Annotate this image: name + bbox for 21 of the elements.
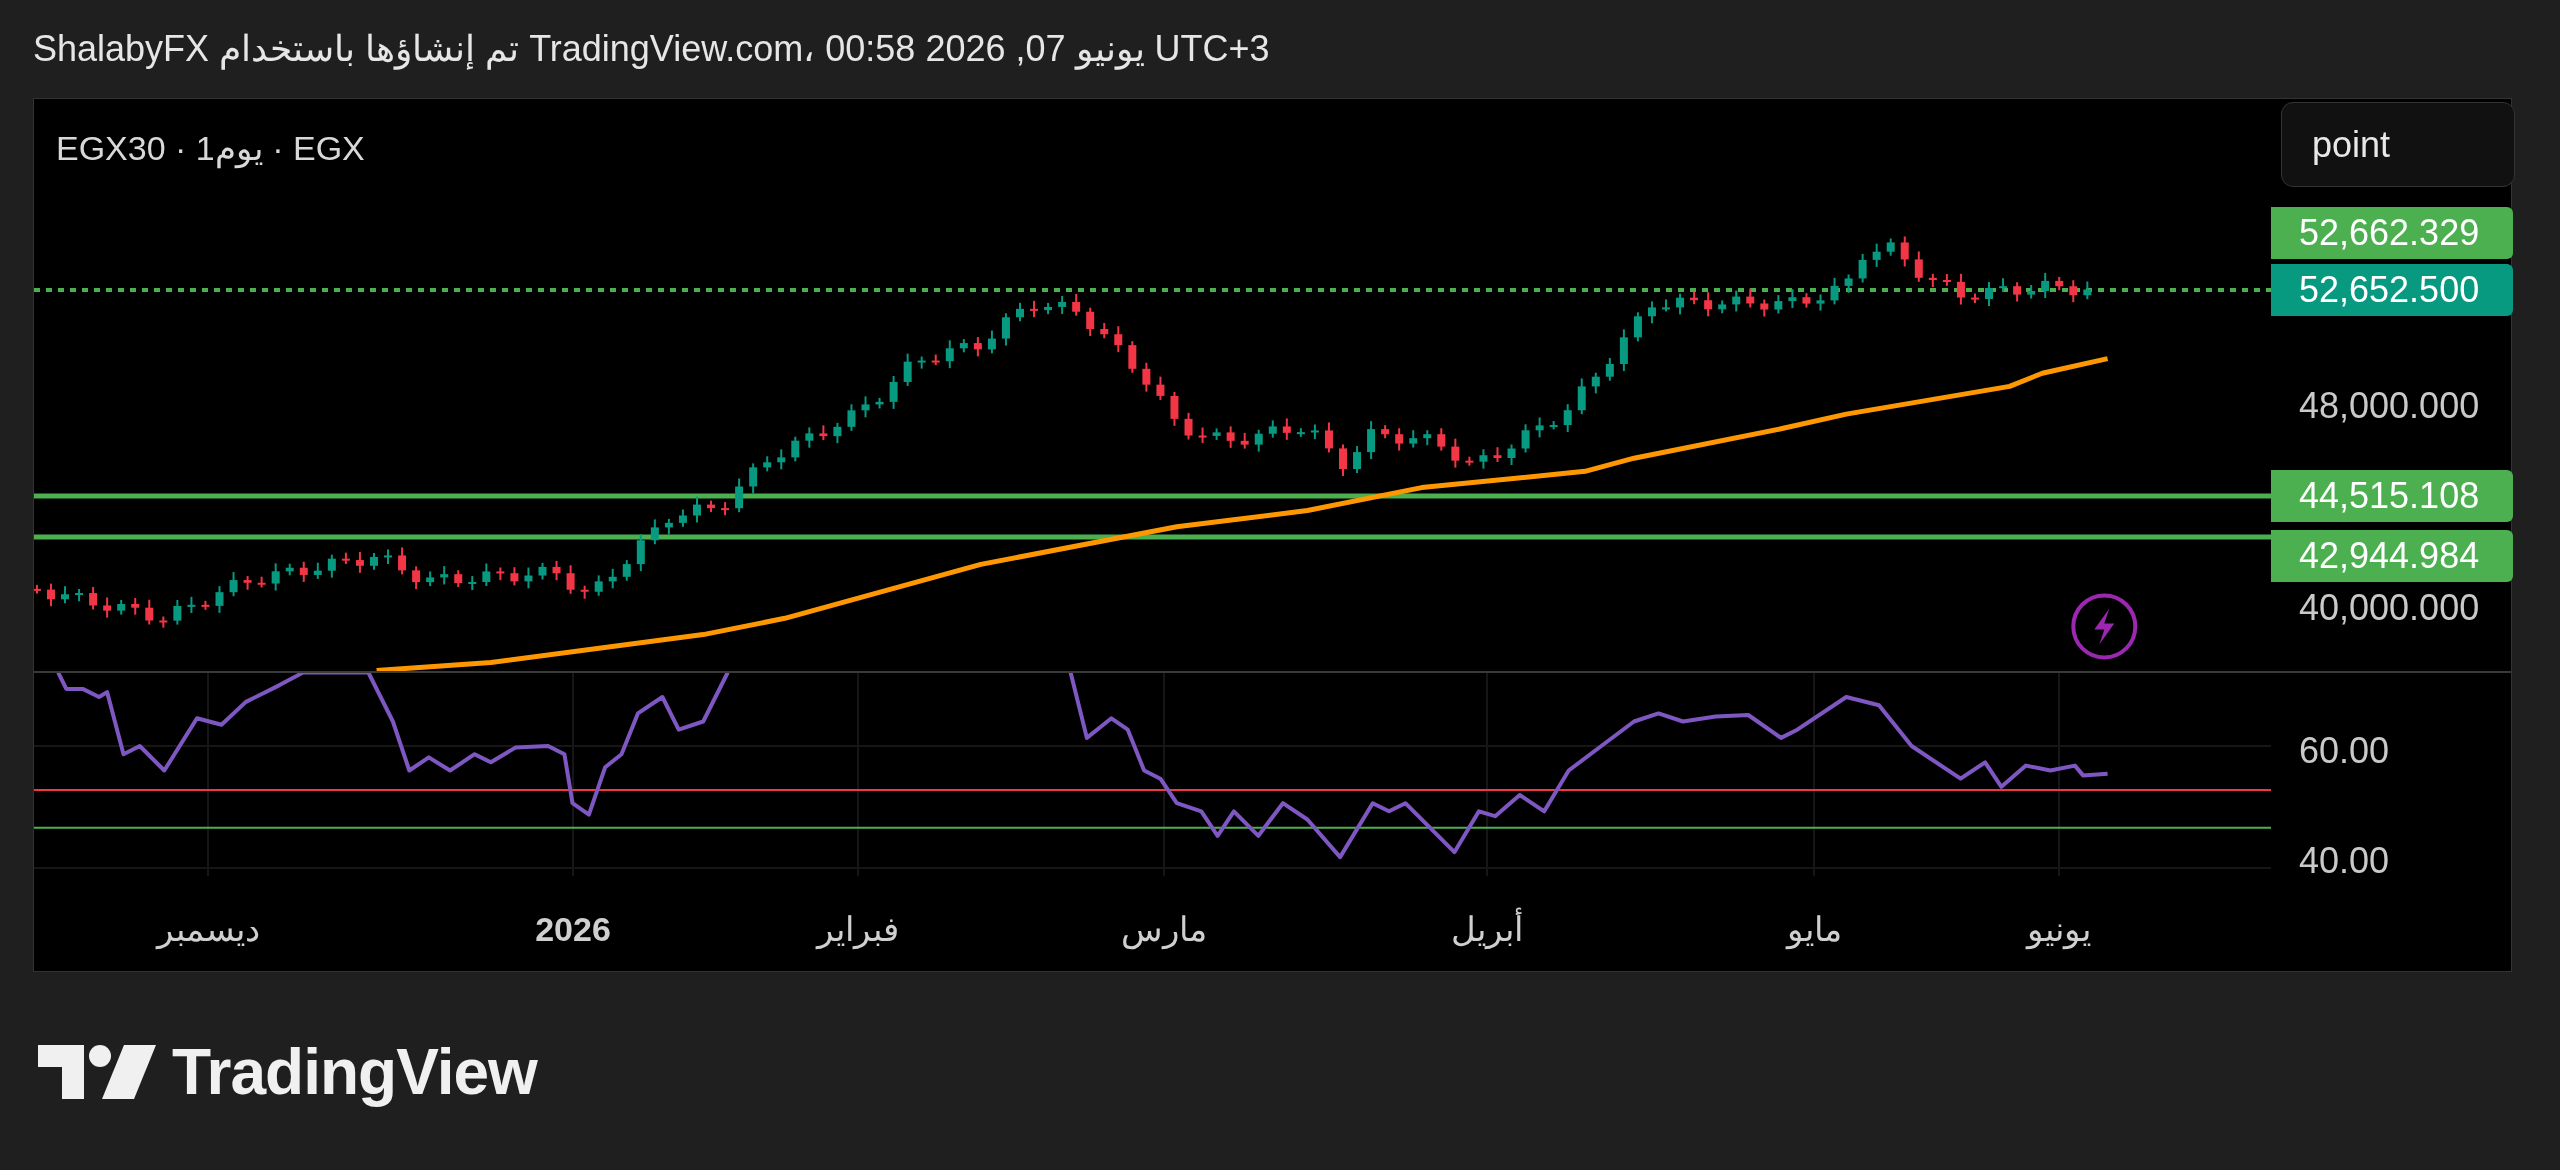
lightning-icon[interactable] bbox=[2071, 593, 2138, 660]
logo-icon bbox=[38, 1045, 156, 1099]
symbol-legend: EGX30 · 1يوم · EGX bbox=[56, 123, 365, 174]
price-level-label: 52,662.329 bbox=[2271, 207, 2513, 259]
rsi-scale-label: 60.00 bbox=[2298, 729, 2391, 773]
price-scale-label: 40,000.000 bbox=[2298, 586, 2481, 630]
price-level-label: 44,515.108 bbox=[2271, 470, 2513, 522]
time-scale-label: مارس bbox=[1121, 909, 1207, 952]
time-scale-label: مايو bbox=[1786, 909, 1842, 952]
time-scale-label: فبراير bbox=[817, 909, 899, 952]
rsi-scale-label: 40.00 bbox=[2298, 839, 2391, 883]
price-level-label: 42,944.984 bbox=[2271, 530, 2513, 582]
time-scale-label: 2026 bbox=[535, 909, 611, 950]
time-scale-label: يونيو bbox=[2027, 909, 2091, 952]
time-scale-label: أبريل bbox=[1451, 904, 1523, 955]
time-scale-label: ديسمبر bbox=[156, 909, 260, 952]
price-scale-label: 48,000.000 bbox=[2298, 384, 2481, 428]
logo-text: TradingView bbox=[172, 1035, 537, 1110]
unit-selector[interactable]: point bbox=[2281, 102, 2515, 187]
last-price-label: 52,652.500 bbox=[2271, 264, 2513, 316]
chart-caption: ShalabyFX تم إنشاؤها باستخدام TradingView.com، يونيو 07, 2026 00:58 UTC+3 bbox=[33, 27, 1270, 72]
